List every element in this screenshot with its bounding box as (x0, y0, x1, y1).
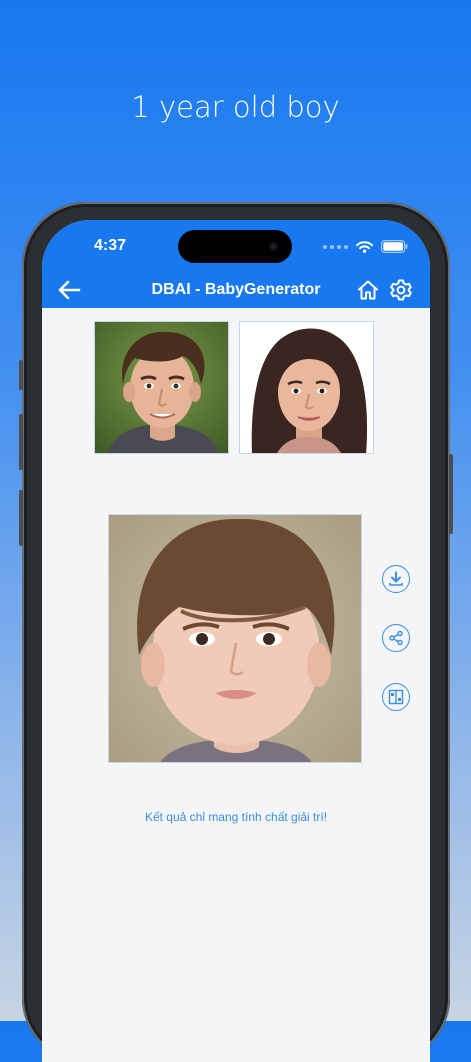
disclaimer-text: Kết quả chỉ mang tính chất giải trí! (144, 810, 328, 824)
navigation-bar: DBAI - BabyGenerator (42, 274, 430, 308)
generated-baby-photo (108, 514, 362, 763)
dynamic-island (178, 230, 292, 263)
gear-icon[interactable] (389, 278, 413, 302)
compare-icon (388, 689, 404, 705)
mother-portrait (240, 322, 373, 453)
share-button[interactable] (382, 624, 410, 652)
action-button (19, 360, 23, 390)
mother-photo[interactable] (239, 321, 374, 454)
home-icon[interactable] (356, 278, 380, 302)
father-photo[interactable] (94, 321, 229, 454)
cellular-signal-icon (323, 244, 348, 249)
status-time: 4:37 (94, 237, 127, 254)
front-camera (269, 242, 278, 251)
power-button (449, 454, 453, 534)
download-icon (389, 571, 403, 586)
father-portrait (95, 322, 228, 453)
app-header: 4:37 DBAI - BabyGenerator (42, 220, 430, 308)
app-screen: 4:37 DBAI - BabyGenerator Kết quả chỉ ma… (42, 220, 430, 1062)
download-button[interactable] (382, 565, 410, 593)
status-icons (323, 240, 408, 253)
promo-title: 1 year old boy (131, 90, 340, 124)
wifi-icon (356, 240, 373, 253)
battery-icon (381, 240, 408, 253)
volume-down-button (19, 490, 23, 546)
baby-portrait (109, 515, 361, 762)
volume-up-button (19, 414, 23, 470)
phone-frame: 4:37 DBAI - BabyGenerator Kết quả chỉ ma… (19, 202, 453, 1062)
compare-button[interactable] (382, 683, 410, 711)
share-icon (389, 630, 403, 646)
